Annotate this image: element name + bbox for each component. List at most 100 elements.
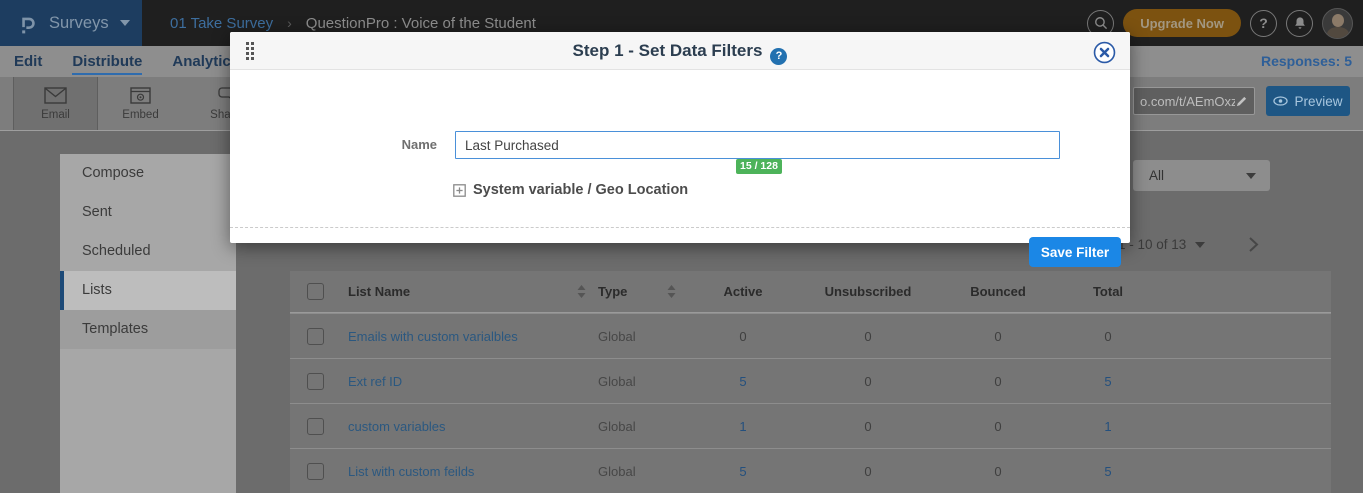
active-count[interactable]: 5	[688, 464, 798, 479]
bounced-count: 0	[938, 329, 1058, 344]
toolbar-item-email[interactable]: Email	[13, 77, 98, 130]
total-count: 0	[1058, 329, 1158, 344]
chevron-down-icon	[120, 20, 130, 26]
table-header-row: List Name Type Active Unsubscribed Bounc…	[290, 271, 1331, 313]
modal-help-icon[interactable]: ?	[770, 48, 787, 65]
sidebar-item-compose[interactable]: Compose	[60, 154, 236, 193]
pagination-caret-icon[interactable]	[1195, 242, 1205, 248]
sidebar-item-lists[interactable]: Lists	[60, 271, 236, 310]
unsubscribed-count: 0	[798, 419, 938, 434]
total-count[interactable]: 1	[1058, 419, 1158, 434]
preview-label: Preview	[1294, 94, 1342, 109]
bounced-count: 0	[938, 419, 1058, 434]
active-count[interactable]: 1	[688, 419, 798, 434]
bounced-count: 0	[938, 374, 1058, 389]
sort-icon[interactable]	[667, 285, 676, 298]
sidebar-item-sent[interactable]: Sent	[60, 193, 236, 232]
pagination: 1 - 10 of 13	[1118, 236, 1259, 253]
upgrade-now-button[interactable]: Upgrade Now	[1123, 9, 1241, 37]
list-name-link[interactable]: List with custom feilds	[348, 464, 598, 479]
col-unsubscribed: Unsubscribed	[798, 284, 938, 299]
col-type: Type	[598, 284, 627, 299]
close-icon	[1093, 41, 1116, 64]
row-checkbox[interactable]	[307, 418, 324, 435]
set-data-filters-modal: Step 1 - Set Data Filters? Name 15 / 128	[230, 32, 1130, 243]
unsubscribed-count: 0	[798, 464, 938, 479]
sort-icon[interactable]	[577, 285, 586, 298]
breadcrumb-survey-link[interactable]: 01 Take Survey	[170, 15, 273, 32]
save-filter-button[interactable]: Save Filter	[1029, 237, 1121, 267]
modal-header: Step 1 - Set Data Filters?	[230, 32, 1130, 70]
preview-button[interactable]: Preview	[1266, 86, 1350, 116]
col-active: Active	[688, 284, 798, 299]
list-type: Global	[598, 329, 688, 344]
list-name-link[interactable]: Ext ref ID	[348, 374, 598, 389]
modal-title: Step 1 - Set Data Filters?	[230, 32, 1130, 70]
row-checkbox[interactable]	[307, 463, 324, 480]
total-count[interactable]: 5	[1058, 374, 1158, 389]
next-page-button[interactable]	[1248, 236, 1259, 253]
char-counter-badge: 15 / 128	[736, 159, 782, 174]
notifications-button[interactable]	[1286, 10, 1313, 37]
list-filter-dropdown[interactable]: All	[1133, 160, 1270, 191]
question-icon: ?	[1259, 15, 1268, 31]
surveys-label: Surveys	[49, 14, 109, 33]
surveys-menu[interactable]: Surveys	[0, 0, 142, 46]
row-checkbox[interactable]	[307, 373, 324, 390]
name-label: Name	[380, 137, 437, 152]
list-type: Global	[598, 419, 688, 434]
app-window: Surveys 01 Take Survey › QuestionPro : V…	[0, 0, 1363, 493]
modal-close-button[interactable]	[1093, 41, 1116, 64]
unsubscribed-count: 0	[798, 374, 938, 389]
chevron-right-icon	[1248, 236, 1259, 253]
unsubscribed-count: 0	[798, 329, 938, 344]
embed-icon	[130, 87, 151, 104]
active-count: 0	[688, 329, 798, 344]
chevron-down-icon	[1246, 173, 1256, 179]
modal-divider	[230, 227, 1130, 228]
col-list-name: List Name	[348, 284, 410, 299]
eye-icon	[1273, 96, 1288, 106]
list-name-link[interactable]: custom variables	[348, 419, 598, 434]
list-name-link[interactable]: Emails with custom varialbles	[348, 329, 598, 344]
drag-handle-icon[interactable]	[246, 42, 254, 60]
distribute-sidebar: Compose Sent Scheduled Lists Templates	[60, 154, 236, 493]
system-variable-label: System variable / Geo Location	[473, 182, 688, 198]
table-row: Emails with custom varialbles Global 0 0…	[290, 313, 1331, 358]
col-total: Total	[1058, 284, 1158, 299]
system-variable-link[interactable]: System variable / Geo Location	[453, 182, 688, 198]
survey-url-value: o.com/t/AEmOxz	[1140, 94, 1235, 109]
total-count[interactable]: 5	[1058, 464, 1158, 479]
row-checkbox[interactable]	[307, 328, 324, 345]
list-type: Global	[598, 464, 688, 479]
help-button[interactable]: ?	[1250, 10, 1277, 37]
sidebar-item-scheduled[interactable]: Scheduled	[60, 232, 236, 271]
breadcrumb-page-title: QuestionPro : Voice of the Student	[306, 15, 536, 32]
modal-body: Name 15 / 128 System variable / Geo Loca…	[230, 70, 1130, 243]
tab-edit[interactable]: Edit	[14, 49, 42, 75]
breadcrumb-separator: ›	[287, 15, 292, 31]
bounced-count: 0	[938, 464, 1058, 479]
email-icon	[44, 87, 67, 104]
col-bounced: Bounced	[938, 284, 1058, 299]
select-all-checkbox[interactable]	[307, 283, 324, 300]
survey-url-field[interactable]: o.com/t/AEmOxz	[1133, 87, 1255, 115]
user-avatar[interactable]	[1322, 8, 1353, 39]
table-row: custom variables Global 1 0 0 1	[290, 403, 1331, 448]
search-icon	[1094, 16, 1108, 30]
plus-square-icon	[453, 184, 466, 197]
edit-pencil-icon[interactable]	[1235, 95, 1248, 108]
sidebar-item-templates[interactable]: Templates	[60, 310, 236, 349]
toolbar-item-label: Embed	[122, 109, 158, 121]
table-row: List with custom feilds Global 5 0 0 5	[290, 448, 1331, 493]
toolbar-item-label: Email	[41, 109, 70, 121]
list-type: Global	[598, 374, 688, 389]
active-count[interactable]: 5	[688, 374, 798, 389]
bell-icon	[1293, 16, 1307, 30]
table-row: Ext ref ID Global 5 0 0 5	[290, 358, 1331, 403]
toolbar-item-embed[interactable]: Embed	[98, 77, 183, 130]
tab-distribute[interactable]: Distribute	[72, 49, 142, 75]
list-filter-value: All	[1149, 168, 1246, 183]
responses-count: Responses: 5	[1261, 46, 1352, 77]
filter-name-input[interactable]	[455, 131, 1060, 159]
